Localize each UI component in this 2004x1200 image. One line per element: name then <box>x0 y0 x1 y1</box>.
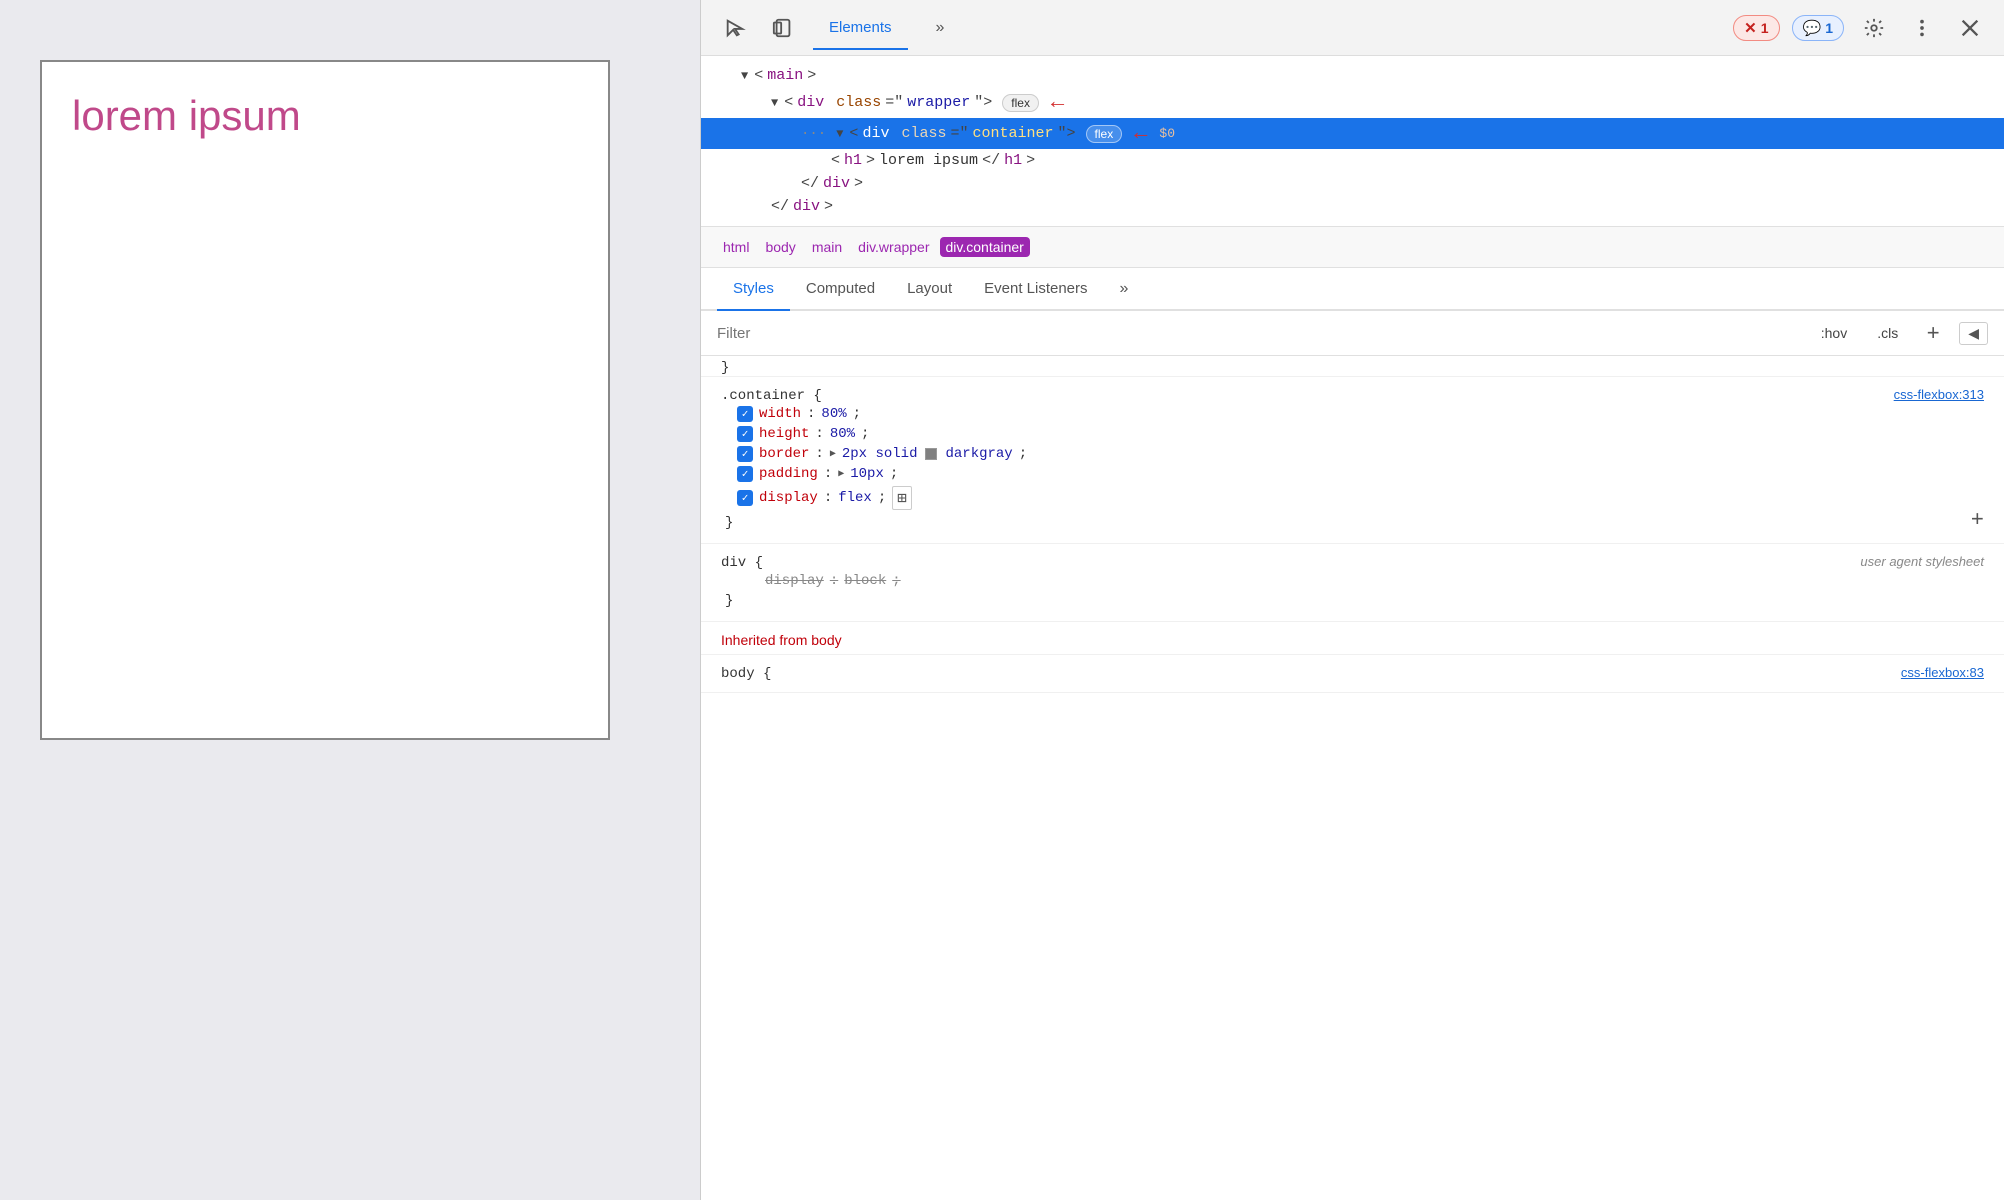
breadcrumb-div-container[interactable]: div.container <box>940 237 1030 257</box>
tree-container-close[interactable]: </div> <box>701 172 2004 195</box>
body-selector[interactable]: body { <box>721 666 771 682</box>
styles-content: } .container { css-flexbox:313 width : 8… <box>701 356 2004 1200</box>
triangle-icon: ▼ <box>771 96 778 110</box>
css-prop-padding: padding : ▶ 10px ; <box>721 464 1984 484</box>
css-prop-display-ua: display : block ; <box>721 571 1984 591</box>
browser-viewport: lorem ipsum <box>0 0 700 1200</box>
filter-input[interactable] <box>717 325 1800 342</box>
color-swatch-darkgray[interactable] <box>925 448 937 460</box>
body-rule-block: body { css-flexbox:83 <box>701 655 2004 693</box>
breadcrumb-html[interactable]: html <box>717 237 755 257</box>
tree-wrapper-close[interactable]: </div> <box>701 195 2004 218</box>
tab-layout[interactable]: Layout <box>891 268 968 311</box>
tab-computed[interactable]: Computed <box>790 268 891 311</box>
checkbox-padding[interactable] <box>737 466 753 482</box>
triangle-icon: ▼ <box>741 69 748 83</box>
wrapper-flex-badge[interactable]: flex <box>1002 94 1039 112</box>
container-rule-close: } <box>721 513 733 533</box>
container-flex-badge[interactable]: flex <box>1086 125 1123 143</box>
dots-indicator: ··· <box>801 126 826 142</box>
tree-h1-tag[interactable]: <h1>lorem ipsum</h1> <box>701 149 2004 172</box>
filter-bar: :hov .cls + ◀ <box>701 311 2004 356</box>
triangle-icon: ▼ <box>836 127 843 141</box>
container-selector[interactable]: .container { <box>721 388 822 404</box>
breadcrumb: html body main div.wrapper div.container <box>701 227 2004 268</box>
add-property-button[interactable]: + <box>1971 508 1984 533</box>
cls-button[interactable]: .cls <box>1868 321 1907 345</box>
checkbox-border[interactable] <box>737 446 753 462</box>
container-arrow: ← <box>1134 121 1147 146</box>
container-rule-block: .container { css-flexbox:313 width : 80%… <box>701 377 2004 544</box>
checkbox-height[interactable] <box>737 426 753 442</box>
flex-layout-icon[interactable]: ⊞ <box>892 486 912 510</box>
wrapper-arrow: ← <box>1051 90 1064 115</box>
styles-tabs-row: Styles Computed Layout Event Listeners » <box>701 268 2004 311</box>
error-badge[interactable]: ✕ 1 <box>1733 15 1779 41</box>
css-prop-border: border : ▶ 2px solid darkgray ; <box>721 444 1984 464</box>
inspect-icon[interactable] <box>717 10 753 46</box>
tab-styles[interactable]: Styles <box>717 268 790 311</box>
tree-wrapper-tag[interactable]: ▼ <div class="wrapper"> flex ← <box>701 87 2004 118</box>
more-style-tabs-icon[interactable]: » <box>1108 272 1141 306</box>
breadcrumb-body[interactable]: body <box>759 237 801 257</box>
devtools-panel: Elements » ✕ 1 💬 1 <box>700 0 2004 1200</box>
div-ua-selector[interactable]: div { <box>721 555 763 571</box>
hov-button[interactable]: :hov <box>1812 321 1856 345</box>
inherited-from-element[interactable]: body <box>811 632 841 648</box>
partial-rule-close: } <box>701 356 2004 377</box>
checkbox-display[interactable] <box>737 490 753 506</box>
device-toggle-icon[interactable] <box>765 10 801 46</box>
inherited-from-label: Inherited from body <box>701 622 2004 655</box>
close-devtools-icon[interactable] <box>1952 10 1988 46</box>
body-rule-source[interactable]: css-flexbox:83 <box>1901 665 1984 680</box>
css-prop-width: width : 80% ; <box>721 404 1984 424</box>
more-options-icon[interactable] <box>1904 10 1940 46</box>
error-count: 1 <box>1761 20 1769 36</box>
settings-icon[interactable] <box>1856 10 1892 46</box>
message-icon: 💬 <box>1803 19 1822 37</box>
message-count: 1 <box>1825 20 1833 36</box>
error-icon: ✕ <box>1744 19 1757 37</box>
breadcrumb-main[interactable]: main <box>806 237 848 257</box>
tab-event-listeners[interactable]: Event Listeners <box>968 268 1103 311</box>
div-ua-source: user agent stylesheet <box>1860 554 1984 569</box>
tree-container-tag[interactable]: ··· ▼ <div class="container"> flex ← $0 <box>701 118 2004 149</box>
checkbox-width[interactable] <box>737 406 753 422</box>
container-rule-source[interactable]: css-flexbox:313 <box>1894 387 1984 402</box>
css-prop-display: display : flex ; ⊞ <box>721 484 1984 512</box>
breadcrumb-div-wrapper[interactable]: div.wrapper <box>852 237 935 257</box>
container-box: lorem ipsum <box>40 60 610 740</box>
tab-elements[interactable]: Elements <box>813 7 908 50</box>
toggle-sidebar-button[interactable]: ◀ <box>1959 322 1988 345</box>
html-tree: ▼ <main> ▼ <div class="wrapper"> flex ← … <box>701 56 2004 227</box>
padding-triangle[interactable]: ▶ <box>838 468 844 480</box>
css-prop-height: height : 80% ; <box>721 424 1984 444</box>
add-style-button[interactable]: + <box>1919 319 1947 347</box>
tree-main-tag[interactable]: ▼ <main> <box>701 64 2004 87</box>
devtools-toolbar: Elements » ✕ 1 💬 1 <box>701 0 2004 56</box>
div-ua-rule-close: } <box>721 591 1984 611</box>
lorem-ipsum-heading: lorem ipsum <box>62 82 311 150</box>
more-tabs-icon[interactable]: » <box>924 11 957 45</box>
div-ua-rule-block: div { user agent stylesheet display : bl… <box>701 544 2004 622</box>
message-badge[interactable]: 💬 1 <box>1792 15 1844 41</box>
border-triangle[interactable]: ▶ <box>830 448 836 460</box>
